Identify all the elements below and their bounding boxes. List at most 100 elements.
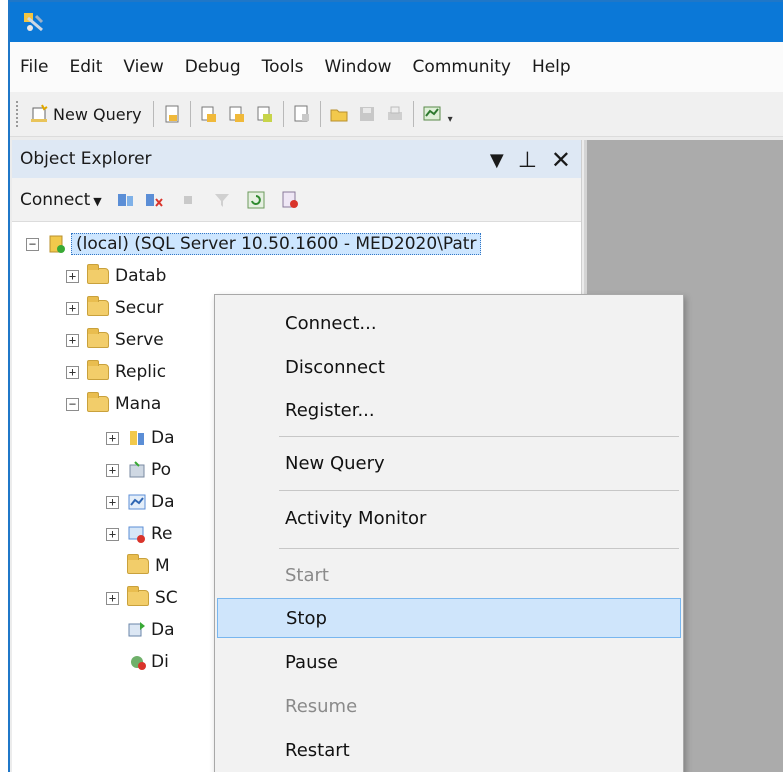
toolbar-separator xyxy=(319,101,321,127)
stop-icon[interactable] xyxy=(178,190,198,210)
menu-item-connect[interactable]: Connect... xyxy=(217,303,681,343)
menu-item-activity-monitor[interactable]: Activity Monitor xyxy=(217,498,681,538)
menu-item-label: New Query xyxy=(285,452,385,474)
database-mail-icon xyxy=(128,622,145,637)
expand-icon[interactable]: + xyxy=(106,591,119,605)
expand-icon[interactable]: + xyxy=(106,463,119,477)
menu-separator xyxy=(279,436,679,437)
resource-governor-icon xyxy=(128,526,145,543)
refresh-icon[interactable] xyxy=(246,190,266,210)
toolbar-grip[interactable] xyxy=(16,101,20,127)
analysis-services-dmx-query-icon[interactable] xyxy=(227,104,247,124)
folder-icon xyxy=(127,586,149,606)
pin-icon[interactable]: ⊥ xyxy=(518,148,537,173)
save-icon[interactable] xyxy=(357,104,377,124)
tree-subnode-resource-governor[interactable]: + Re xyxy=(106,518,173,550)
menu-item-pause[interactable]: Pause xyxy=(217,642,681,682)
chevron-down-icon: ▼ xyxy=(93,194,102,208)
collapse-icon[interactable]: − xyxy=(66,397,79,411)
print-icon[interactable] xyxy=(385,104,405,124)
connect-dropdown[interactable]: Connect ▼ xyxy=(20,190,102,210)
tree-subnode-data-collection-2[interactable]: + Da xyxy=(106,486,175,518)
tree-subnode-data-collection[interactable]: + Da xyxy=(106,422,175,454)
menu-debug[interactable]: Debug xyxy=(185,57,241,77)
expand-icon[interactable]: + xyxy=(106,431,119,445)
folder-icon xyxy=(87,392,109,412)
server-node-label: (local) (SQL Server 10.50.1600 - MED2020… xyxy=(71,233,482,255)
expand-icon[interactable]: + xyxy=(106,495,119,509)
menu-item-label: Disconnect xyxy=(285,356,385,378)
expand-icon[interactable]: + xyxy=(106,527,119,541)
node-label: Po xyxy=(151,460,172,480)
menu-item-label: Pause xyxy=(285,651,338,673)
menu-item-label: Stop xyxy=(286,607,327,629)
menu-view[interactable]: View xyxy=(123,57,163,77)
expand-icon[interactable]: + xyxy=(66,269,79,283)
summary-report-icon[interactable] xyxy=(280,190,300,210)
tree-subnode-maintenance-plans[interactable]: M xyxy=(127,550,170,582)
menu-item-label: Restart xyxy=(285,739,350,761)
node-label: Mana xyxy=(115,394,162,414)
disconnect-icon[interactable] xyxy=(144,190,164,210)
window-position-dropdown-icon[interactable]: ▼ xyxy=(490,150,504,171)
menu-item-label: Start xyxy=(285,564,329,586)
folder-icon xyxy=(87,264,109,284)
tree-subnode-sql-server-logs[interactable]: + SC xyxy=(106,582,178,614)
context-menu: Connect... Disconnect Register... New Qu… xyxy=(214,294,684,772)
menu-item-label: Connect... xyxy=(285,312,377,334)
expand-icon[interactable]: + xyxy=(66,365,79,379)
menu-bar: File Edit View Debug Tools Window Commun… xyxy=(10,42,783,92)
menu-community[interactable]: Community xyxy=(413,57,511,77)
node-label: Da xyxy=(151,428,175,448)
node-label: Da xyxy=(151,620,175,640)
filter-icon[interactable] xyxy=(212,190,232,210)
analysis-services-mdx-query-icon[interactable] xyxy=(199,104,219,124)
data-collection-icon xyxy=(130,431,144,445)
object-explorer-header: Object Explorer ▼ ⊥ ✕ xyxy=(12,140,581,178)
tree-node-replication[interactable]: + Replic xyxy=(66,356,166,388)
menu-window[interactable]: Window xyxy=(325,57,392,77)
menu-item-stop[interactable]: Stop xyxy=(217,598,681,638)
menu-item-new-query[interactable]: New Query xyxy=(217,443,681,483)
folder-icon xyxy=(87,360,109,380)
new-query-label: New Query xyxy=(53,104,142,124)
object-explorer-toolbar: Connect ▼ xyxy=(12,178,581,222)
node-label: SC xyxy=(155,588,178,608)
sql-server-running-icon xyxy=(49,235,65,253)
open-file-icon[interactable] xyxy=(329,104,349,124)
menu-item-disconnect[interactable]: Disconnect xyxy=(217,347,681,387)
tree-node-management[interactable]: − Mana xyxy=(66,388,161,420)
tree-node-server-objects[interactable]: + Serve xyxy=(66,324,164,356)
connect-label: Connect xyxy=(20,189,91,210)
toolbar-overflow-arrow-icon[interactable]: ▾ xyxy=(448,114,453,125)
activity-monitor-icon[interactable] xyxy=(422,104,442,124)
menu-separator xyxy=(279,548,679,549)
expand-icon[interactable]: + xyxy=(66,333,79,347)
database-engine-query-icon[interactable] xyxy=(162,104,182,124)
tree-subnode-database-mail[interactable]: Da xyxy=(127,614,175,646)
folder-icon xyxy=(87,296,109,316)
standard-toolbar: New Query ▾ xyxy=(10,92,783,137)
tree-node-security[interactable]: + Secur xyxy=(66,292,163,324)
tree-node-databases[interactable]: + Datab xyxy=(66,260,166,292)
analysis-services-xmla-query-icon[interactable] xyxy=(255,104,275,124)
menu-file[interactable]: File xyxy=(20,57,48,77)
collapse-icon[interactable]: − xyxy=(26,237,39,251)
tree-server-node[interactable]: − (local) (SQL Server 10.50.1600 - MED20… xyxy=(26,228,482,260)
tree-subnode-policy-management[interactable]: + Po xyxy=(106,454,171,486)
node-label: Di xyxy=(151,652,169,672)
expand-icon[interactable]: + xyxy=(66,301,79,315)
menu-item-restart[interactable]: Restart xyxy=(217,730,681,770)
close-icon[interactable]: ✕ xyxy=(551,146,571,174)
title-bar xyxy=(10,2,783,42)
new-query-button[interactable]: New Query xyxy=(26,98,145,130)
sql-server-compact-query-icon[interactable] xyxy=(292,104,312,124)
menu-item-register[interactable]: Register... xyxy=(217,390,681,430)
menu-help[interactable]: Help xyxy=(532,57,571,77)
tree-subnode-distributed-transaction[interactable]: Di xyxy=(127,646,169,678)
ssms-app-icon xyxy=(24,13,44,32)
menu-edit[interactable]: Edit xyxy=(69,57,102,77)
menu-item-start: Start xyxy=(217,555,681,595)
menu-tools[interactable]: Tools xyxy=(262,57,304,77)
connect-object-explorer-icon[interactable] xyxy=(116,190,136,210)
